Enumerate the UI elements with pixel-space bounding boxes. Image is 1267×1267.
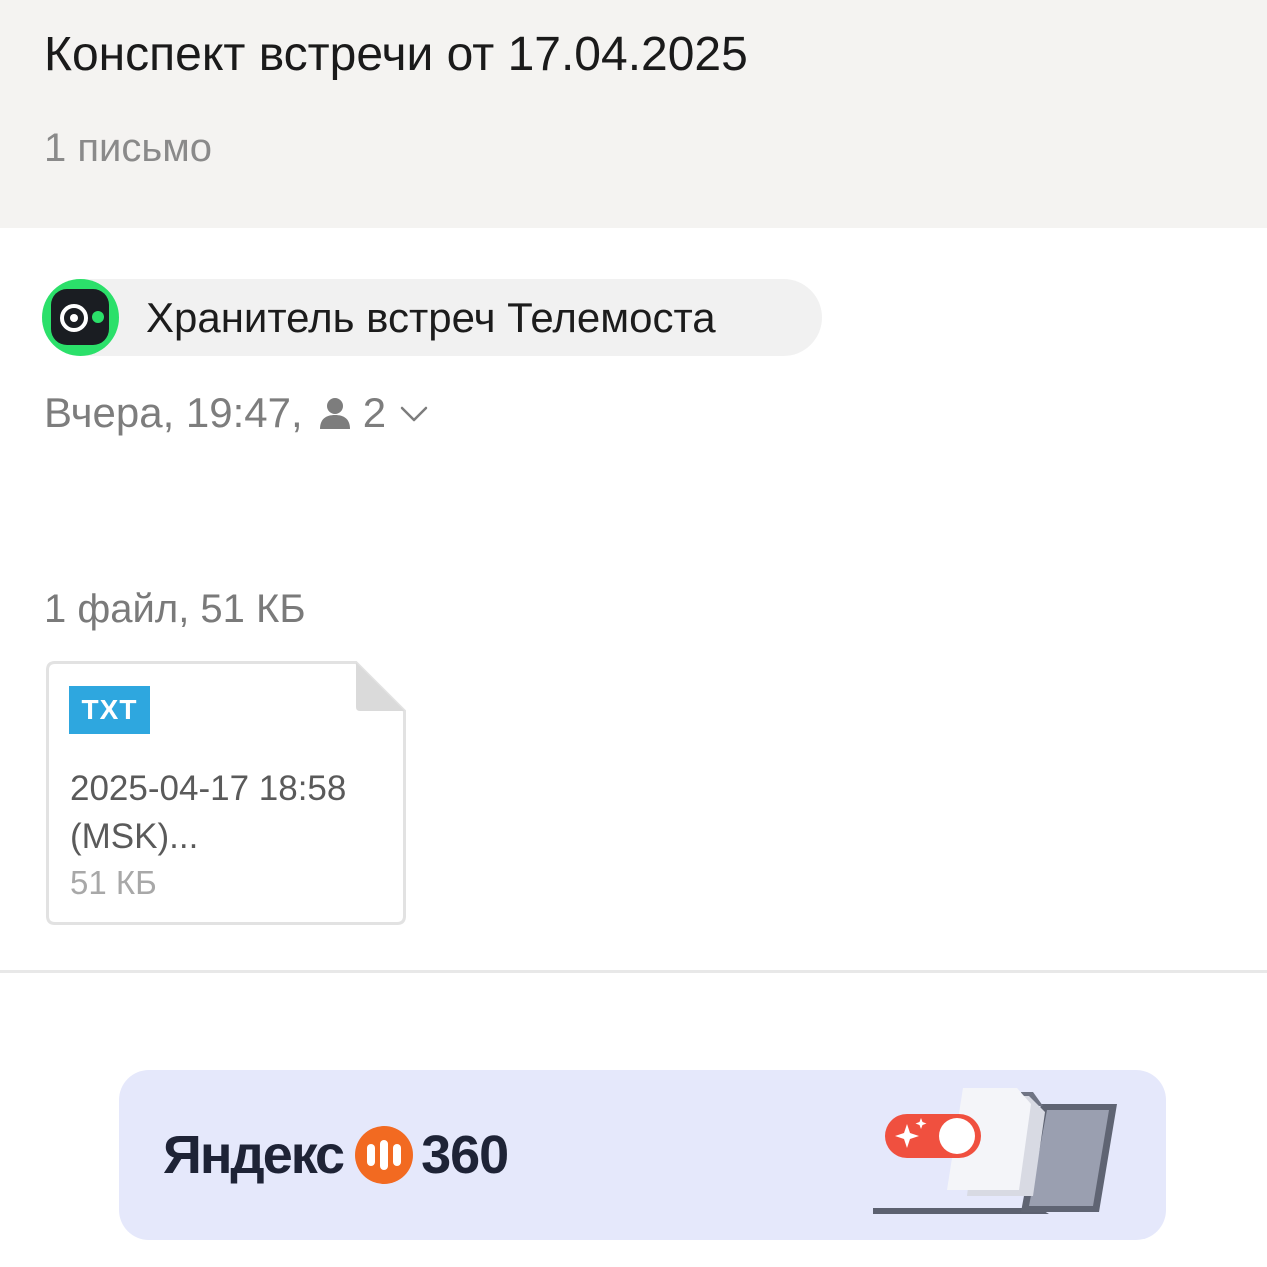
brand-name: Яндекс [163, 1125, 345, 1185]
chevron-down-icon[interactable] [398, 397, 430, 429]
sender-name: Хранитель встреч Телемоста [146, 294, 716, 341]
message-meta[interactable]: Вчера, 19:47, 2 [44, 388, 430, 438]
sender-chip[interactable]: Хранитель встреч Телемоста [42, 279, 822, 356]
message-date: Вчера, 19:47, [44, 389, 303, 436]
file-name: 2025-04-17 18:58 (MSK)... [70, 769, 347, 856]
file-type-badge: TXT [69, 686, 150, 734]
person-icon [319, 398, 350, 429]
brand-number: 360 [421, 1125, 509, 1185]
file-size: 51 КБ [70, 864, 157, 901]
attachment-card[interactable]: TXT 2025-04-17 18:58 (MSK)... 51 КБ [46, 661, 406, 925]
attachments-summary: 1 файл, 51 КБ [44, 587, 306, 631]
recipient-count: 2 [362, 389, 387, 436]
telemost-camera-icon [42, 279, 119, 356]
thread-title: Конспект встречи от 17.04.2025 [44, 28, 748, 81]
message-count: 1 письмо [44, 126, 212, 170]
section-divider [0, 970, 1267, 973]
yandex-360-brand: Яндекс 360 [163, 1122, 509, 1188]
laptop-toggle-illustration-icon [873, 1088, 1117, 1214]
thread-header: Конспект встречи от 17.04.2025 1 письмо [0, 0, 1267, 228]
yandex-360-promo-banner[interactable]: Яндекс 360 [119, 1070, 1166, 1240]
yandex-360-logo-icon [355, 1126, 414, 1184]
